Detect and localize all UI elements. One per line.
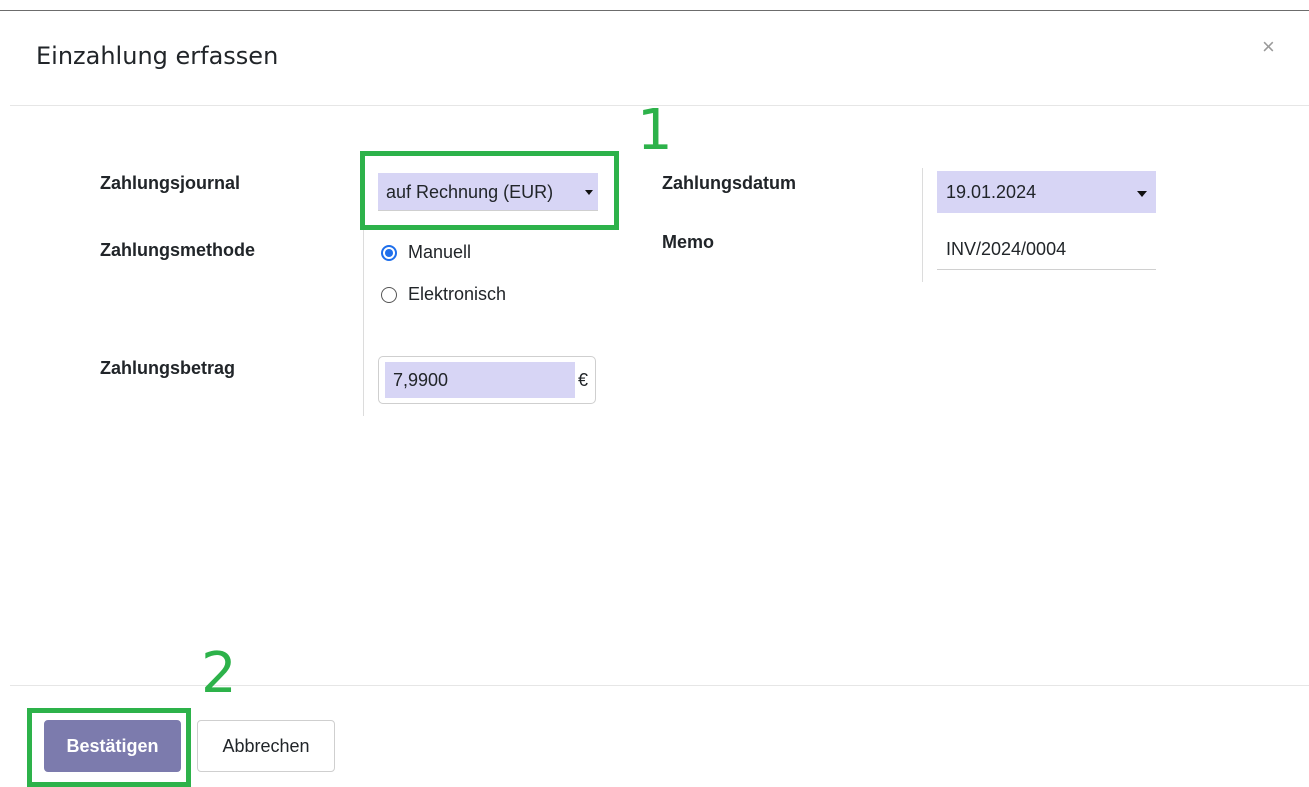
currency-symbol: € bbox=[578, 370, 589, 390]
cancel-button[interactable]: Abbrechen bbox=[197, 720, 335, 772]
annotation-highlight-confirm bbox=[27, 708, 191, 787]
memo-label: Memo bbox=[662, 232, 715, 252]
caret-down-icon[interactable] bbox=[1137, 191, 1147, 197]
radio-selected-icon[interactable] bbox=[381, 244, 397, 261]
annotation-number-2: 2 bbox=[201, 641, 237, 706]
amount-label: Zahlungsbetrag bbox=[100, 358, 236, 378]
memo-input[interactable]: INV/2024/0004 bbox=[937, 228, 1156, 270]
amount-input[interactable]: 7,9900 bbox=[385, 362, 575, 398]
right-column-divider bbox=[922, 168, 923, 282]
annotation-number-1: 1 bbox=[637, 98, 673, 163]
date-input[interactable]: 19.01.2024 bbox=[937, 171, 1156, 213]
date-value: 19.01.2024 bbox=[946, 182, 1037, 202]
date-label: Zahlungsdatum bbox=[662, 173, 796, 193]
annotation-highlight-journal bbox=[360, 151, 619, 230]
close-icon[interactable]: × bbox=[1262, 36, 1275, 58]
radio-unselected-icon[interactable] bbox=[381, 286, 397, 303]
dialog-title: Einzahlung erfassen bbox=[36, 42, 279, 70]
amount-field[interactable]: 7,9900 € bbox=[378, 356, 596, 404]
method-label: Zahlungsmethode bbox=[100, 240, 256, 260]
journal-label: Zahlungsjournal bbox=[100, 173, 241, 193]
method-option-label: Manuell bbox=[408, 242, 472, 262]
method-option-label: Elektronisch bbox=[408, 284, 507, 304]
method-option-manual[interactable]: Manuell bbox=[381, 242, 471, 263]
top-divider bbox=[0, 10, 1309, 11]
method-option-electronic[interactable]: Elektronisch bbox=[381, 284, 506, 305]
